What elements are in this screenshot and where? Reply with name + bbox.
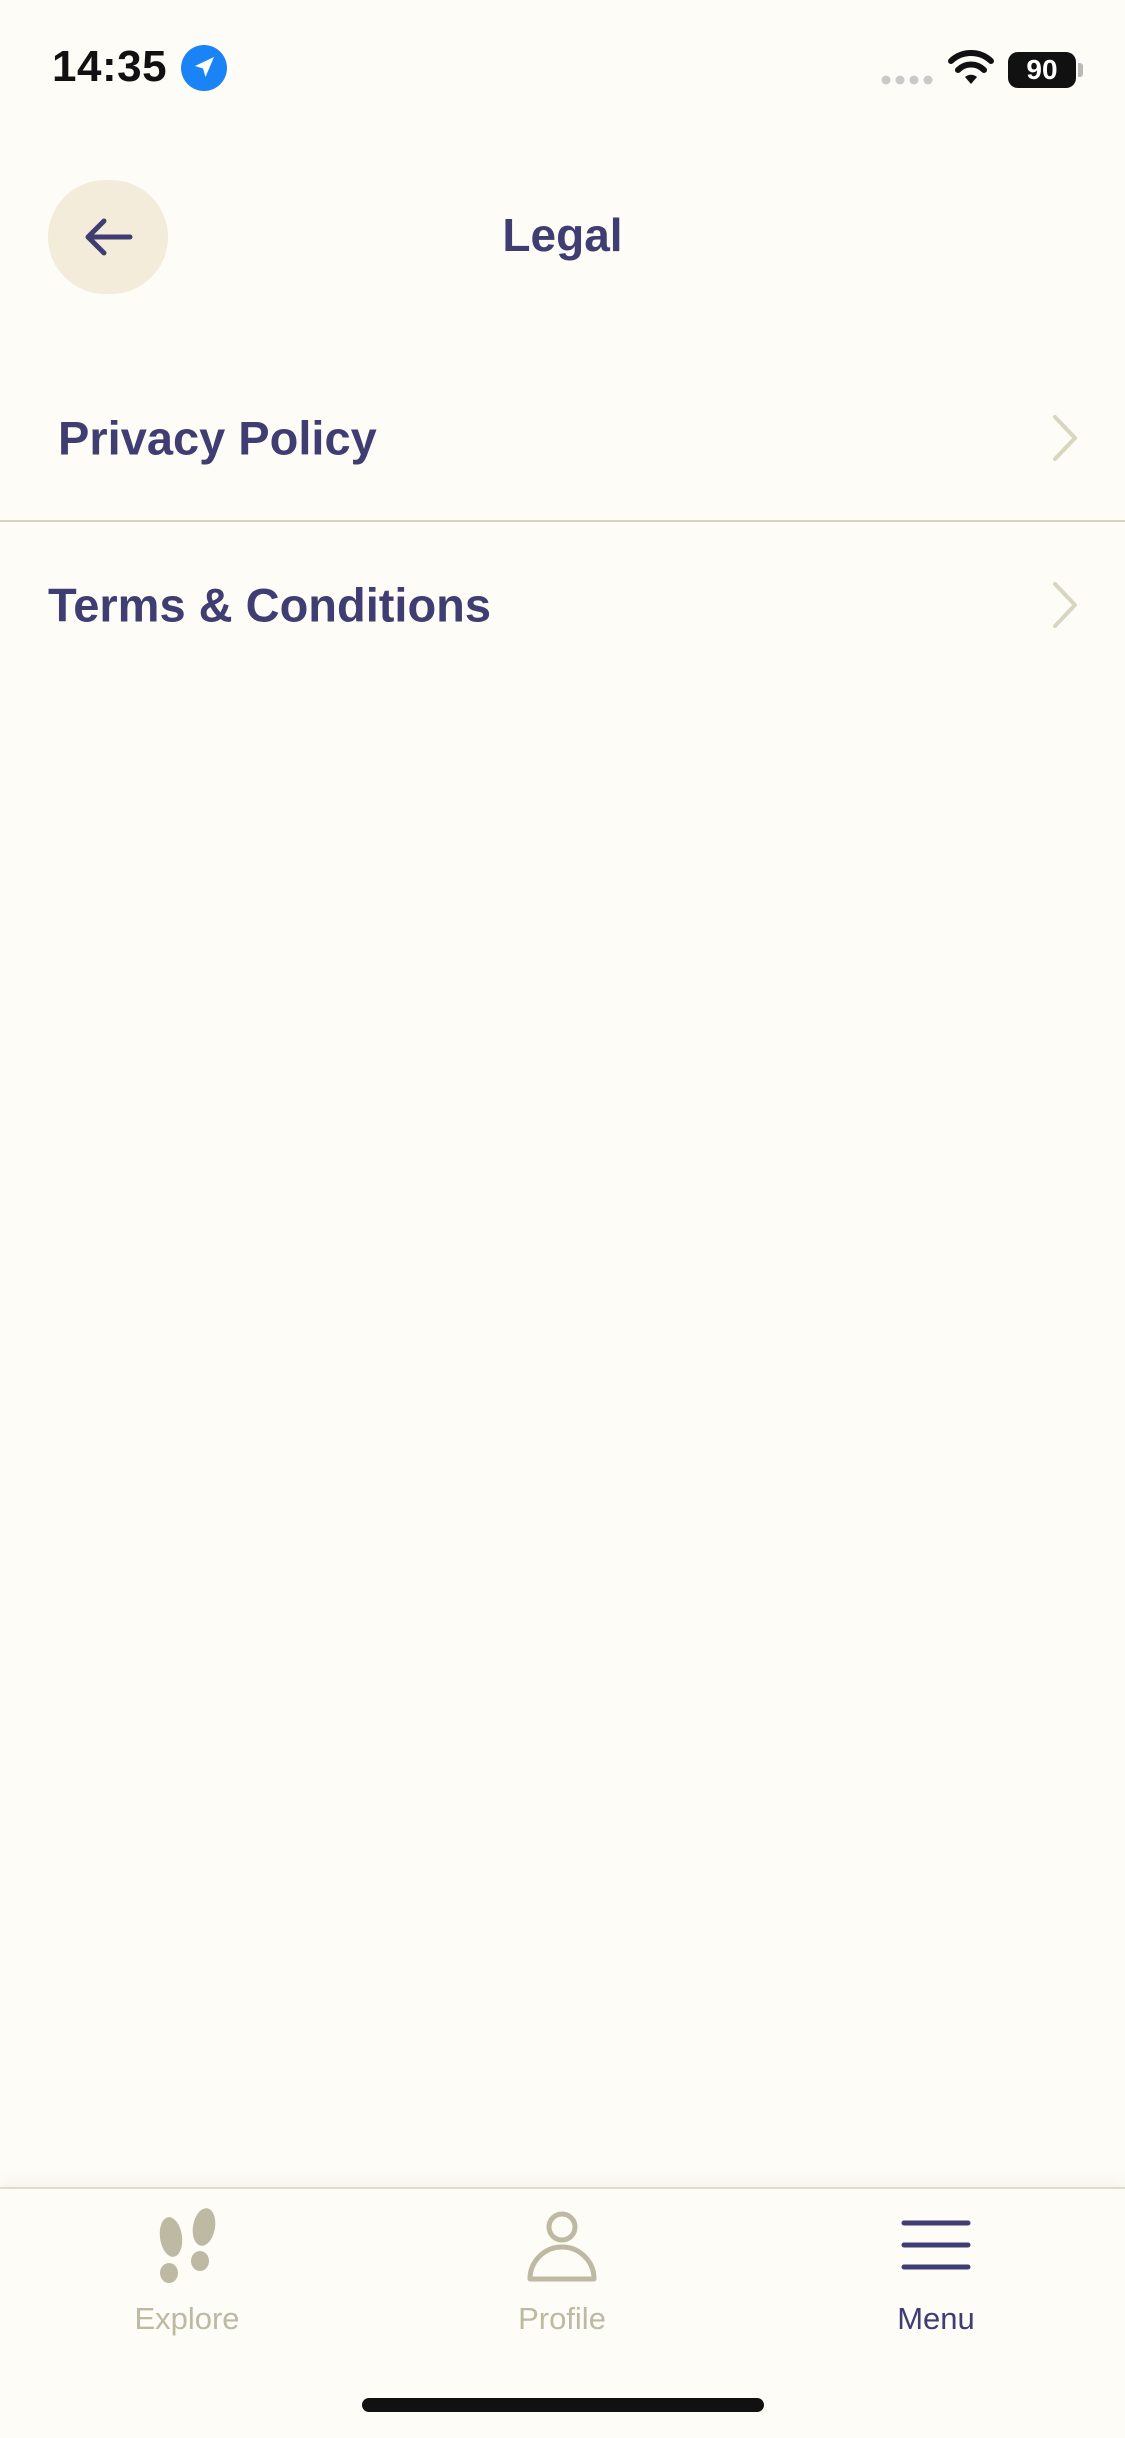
tab-profile[interactable]: Profile xyxy=(437,2203,687,2353)
tab-menu-label: Menu xyxy=(897,2301,975,2336)
legal-menu-list: Privacy Policy Terms & Conditions xyxy=(0,355,1125,687)
location-arrow-icon xyxy=(181,45,227,91)
privacy-policy-label: Privacy Policy xyxy=(58,411,377,464)
home-indicator xyxy=(362,2398,764,2412)
privacy-policy-row[interactable]: Privacy Policy xyxy=(0,355,1125,522)
chevron-right-icon xyxy=(1053,414,1077,461)
terms-conditions-label: Terms & Conditions xyxy=(48,578,492,631)
cellular-signal-icon xyxy=(881,75,933,85)
tab-profile-label: Profile xyxy=(518,2301,606,2336)
battery-cap xyxy=(1078,63,1083,77)
footprints-icon xyxy=(159,2208,216,2283)
status-time: 14:35 xyxy=(52,42,168,91)
hamburger-menu-icon xyxy=(901,2220,971,2270)
header: Legal xyxy=(0,170,1125,300)
wifi-icon xyxy=(948,50,994,84)
chevron-right-icon xyxy=(1053,581,1077,628)
tab-explore[interactable]: Explore xyxy=(62,2203,312,2353)
status-bar: 14:35 90 xyxy=(0,0,1125,140)
page-title: Legal xyxy=(502,209,623,261)
terms-conditions-row[interactable]: Terms & Conditions xyxy=(0,522,1125,687)
tab-explore-label: Explore xyxy=(134,2301,240,2336)
person-icon xyxy=(527,2211,597,2282)
tab-menu[interactable]: Menu xyxy=(811,2203,1061,2353)
battery-indicator: 90 xyxy=(1008,52,1076,88)
